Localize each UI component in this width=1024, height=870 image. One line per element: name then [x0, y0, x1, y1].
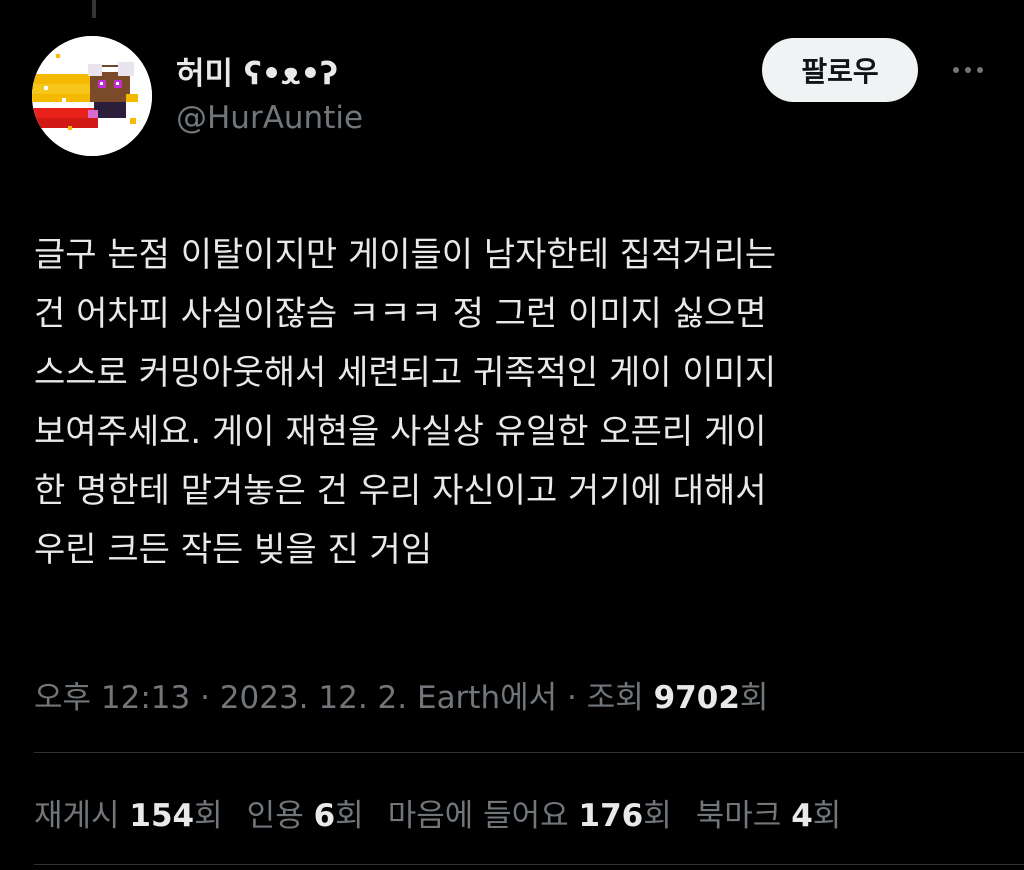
divider: [34, 864, 1024, 865]
more-horizontal-icon: [953, 67, 959, 73]
tweet-text-line: 보여주세요. 게이 재현을 사실상 유일한 오픈리 게이: [34, 412, 767, 452]
tweet-text-line: 우린 크든 작든 빚을 진 거임: [34, 530, 433, 570]
author-display-name[interactable]: 허미 ʕ•ᴥ•ʔ: [176, 48, 338, 93]
likes-suffix: 회: [643, 798, 672, 834]
retweets-count: 154: [129, 798, 195, 834]
tweet-text-line: 한 명한테 맡겨놓은 건 우리 자신이고 거기에 대해서: [34, 471, 767, 511]
retweets-label: 재게시: [34, 798, 130, 834]
more-horizontal-icon: [977, 67, 983, 73]
bookmarks-stat[interactable]: 북마크 4회: [696, 790, 842, 835]
tweet-text-line: 스스로 커밍아웃해서 세련되고 귀족적인 게이 이미지: [34, 353, 777, 393]
quotes-stat[interactable]: 인용 6회: [247, 790, 364, 835]
tweet-text-line: 건 어차피 사실이잖슴 ㅋㅋㅋ 정 그런 이미지 싫으면: [34, 294, 767, 334]
likes-count: 176: [578, 798, 644, 834]
timestamp-source[interactable]: 오후 12:13 · 2023. 12. 2. Earth에서 · 조회: [34, 680, 654, 716]
more-options-button[interactable]: [944, 54, 992, 86]
bookmarks-count: 4: [791, 798, 813, 834]
likes-stat[interactable]: 마음에 들어요 176회: [388, 790, 672, 835]
tweet-text-line: 글구 논점 이탈이지만 게이들이 남자한테 집적거리는: [34, 235, 777, 275]
thread-connector-line: [92, 0, 96, 18]
tweet-meta: 오후 12:13 · 2023. 12. 2. Earth에서 · 조회 970…: [34, 672, 768, 717]
retweets-stat[interactable]: 재게시 154회: [34, 790, 223, 835]
retweets-suffix: 회: [194, 798, 223, 834]
engagement-stats: 재게시 154회 인용 6회 마음에 들어요 176회 북마크 4회: [34, 790, 841, 835]
divider: [34, 752, 1024, 753]
tweet-text: 글구 논점 이탈이지만 게이들이 남자한테 집적거리는 건 어차피 사실이잖슴 …: [34, 226, 984, 580]
view-count-suffix: 회: [739, 680, 769, 716]
quotes-label: 인용: [246, 798, 314, 834]
quotes-count: 6: [313, 798, 336, 834]
pixel-art-avatar-icon: [32, 36, 152, 156]
likes-label: 마음에 들어요: [387, 798, 579, 834]
avatar[interactable]: [32, 36, 152, 156]
author-handle[interactable]: @HurAuntie: [176, 100, 363, 136]
follow-button[interactable]: 팔로우: [762, 38, 918, 102]
bookmarks-label: 북마크: [695, 798, 792, 834]
tweet-detail: 허미 ʕ•ᴥ•ʔ @HurAuntie 팔로우 글구 논점 이탈이지만 게이들이…: [0, 0, 1024, 870]
more-horizontal-icon: [965, 67, 971, 73]
quotes-suffix: 회: [335, 798, 364, 834]
view-count: 9702: [653, 680, 740, 716]
bookmarks-suffix: 회: [812, 798, 842, 834]
